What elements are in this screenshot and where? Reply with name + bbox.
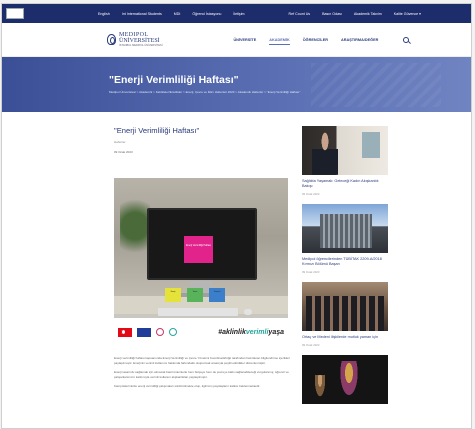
search-icon[interactable] (403, 36, 410, 43)
news-card-title[interactable]: Sağlıkta Yaşamak: Geleceği Kadın Akışkan… (302, 179, 388, 189)
sticky-note-yellow: Enerji (165, 288, 181, 302)
turkey-flag-icon (118, 327, 132, 337)
news-card-title[interactable]: Ortaç ve Medeni ilişkilerde mutluk yaman… (302, 335, 388, 340)
article-hero-image: Enerji Verimliliği Haftası Enerji Verim … (114, 178, 288, 346)
main-header: MEDIPOL ÜNİVERSİTESİ İSTANBUL MEDIPOL ÜN… (2, 23, 471, 57)
sticky-note-green: Verim (187, 288, 203, 302)
article-title: "Enerji Verimliliği Haftası" (114, 126, 200, 135)
nav-students[interactable]: ÖĞRENCİLER (303, 38, 328, 42)
news-card-date: 09 Ocak 2023 (302, 270, 320, 274)
brand-tagline: İSTANBUL MEDIPOL ÜNİVERSİTESİ (119, 43, 163, 47)
article-category[interactable]: Haberler (114, 140, 292, 144)
keyboard-graphic (158, 308, 238, 316)
partner-logo-icon (169, 328, 177, 336)
site-logo-chip[interactable] (6, 8, 24, 19)
top-links-left: English Int International Students MDI Ö… (98, 12, 245, 16)
brand-subtitle: ÜNİVERSİTESİ (119, 37, 160, 44)
article-paragraph: Enerji tasarrufu sağlamak için alınacak … (114, 370, 289, 379)
news-card[interactable]: Ortaç ve Medeni ilişkilerde mutluk yaman… (302, 282, 388, 347)
news-thumbnail[interactable] (302, 126, 388, 175)
related-news-sidebar: Sağlıkta Yaşamak: Geleceği Kadın Akışkan… (302, 126, 388, 412)
nav-university[interactable]: ÜNİVERSİTE (233, 38, 256, 42)
news-card-date: 09 Ocak 2023 (302, 192, 320, 196)
main-nav: ÜNİVERSİTE AKADEMİK ÖĞRENCİLER ARAŞTIRMA… (233, 36, 410, 45)
news-card[interactable]: Medipol öğrencilerinden TÜBİTAK 2209-A/2… (302, 204, 388, 274)
eu-flag-icon (137, 327, 151, 337)
hashtag-prefix: #aklinlik (218, 328, 246, 336)
page-banner: "Enerji Verimliliği Haftası" Medipol Üni… (2, 57, 471, 112)
article-paragraph: Kampüslerimizde enerji verimliliği çalış… (114, 384, 261, 389)
top-link-english[interactable]: English (98, 12, 110, 16)
breadcrumb[interactable]: Medipol Üniversitesi > Akademik > Fakült… (109, 90, 309, 95)
news-card-title[interactable]: Medipol öğrencilerinden TÜBİTAK 2209-A/2… (302, 257, 388, 267)
hashtag-accent: verimli (245, 328, 269, 336)
top-link-student-station[interactable]: Öğrenci İstasyonu (192, 12, 221, 16)
news-card-date: 09 Ocak 2023 (302, 343, 320, 347)
medipol-emblem-icon (107, 34, 116, 45)
nav-research[interactable]: ARAŞTIRMA/DEĞER (341, 38, 378, 42)
content-area: "Enerji Verimliliği Haftası" Haberler 09… (2, 126, 471, 412)
nav-academic[interactable]: AKADEMİK (269, 38, 291, 45)
top-link-international[interactable]: Int International Students (122, 12, 162, 16)
top-link-count-us[interactable]: Ref Count Us (289, 12, 311, 16)
news-thumbnail[interactable] (302, 282, 388, 331)
article-body: Enerji verimliliği haftası kapsamında En… (114, 356, 292, 389)
top-utility-bar: English Int International Students MDI Ö… (2, 4, 471, 23)
news-card[interactable] (302, 355, 388, 404)
top-link-contact[interactable]: İletişim (233, 12, 244, 16)
top-link-quality[interactable]: Kalite Güvence ▾ (394, 12, 421, 16)
news-article: "Enerji Verimliliği Haftası" Haberler 09… (114, 126, 292, 412)
campaign-hashtag: #aklinlikverimliyaşa (218, 329, 284, 336)
partner-logo-icon (156, 328, 164, 336)
page-title: "Enerji Verimliliği Haftası" (109, 74, 239, 86)
mouse-graphic (244, 309, 252, 315)
news-thumbnail[interactable] (302, 204, 388, 253)
sticky-note-blue: Tasarruf (209, 288, 225, 302)
hashtag-suffix: yaşa (268, 328, 284, 336)
top-link-mdi[interactable]: MDI (174, 12, 181, 16)
news-card[interactable]: Sağlıkta Yaşamak: Geleceği Kadın Akışkan… (302, 126, 388, 196)
university-logo[interactable]: MEDIPOL ÜNİVERSİTESİ İSTANBUL MEDIPOL ÜN… (107, 32, 162, 48)
article-paragraph: Enerji verimliliği haftası kapsamında En… (114, 356, 290, 365)
news-thumbnail[interactable] (302, 355, 388, 404)
hero-logo-strip: #aklinlikverimliyaşa (114, 318, 288, 346)
sticky-note-main: Enerji Verimliliği Haftası (184, 236, 213, 263)
plant-decor (120, 198, 150, 268)
top-link-calendar[interactable]: Akademik Takvim (354, 12, 382, 16)
browser-page: English Int International Students MDI Ö… (1, 3, 472, 429)
top-link-press[interactable]: Basın Odası (322, 12, 342, 16)
article-date: 09 Ocak 2023 (114, 150, 133, 154)
top-links-right: Ref Count Us Basın Odası Akademik Takvim… (289, 12, 421, 16)
